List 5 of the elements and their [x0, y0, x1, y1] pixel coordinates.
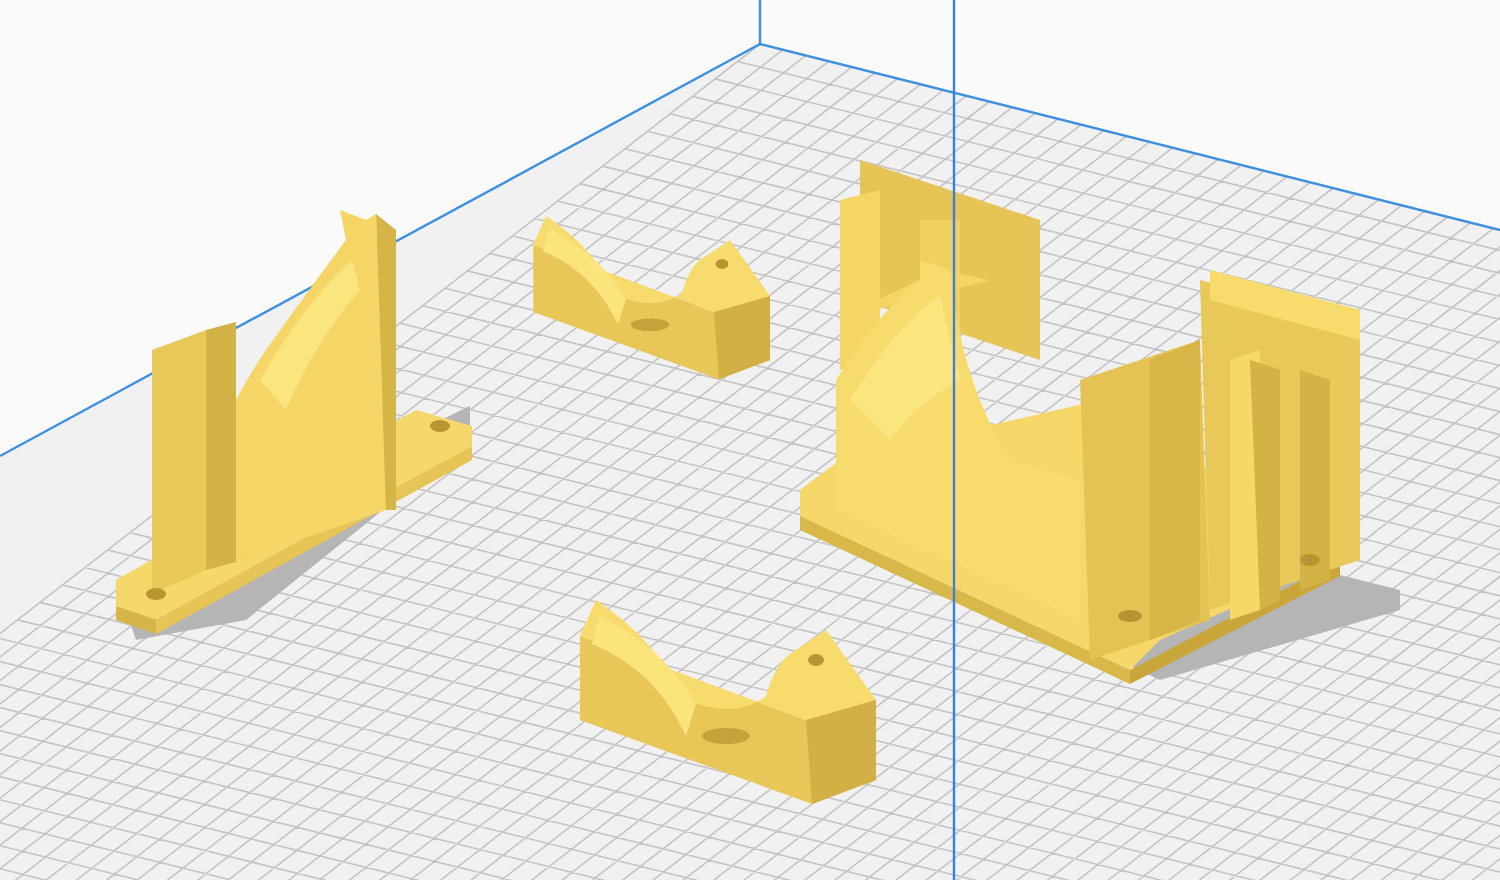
- clamp-drawing[interactable]: [580, 600, 876, 804]
- twin-bracket-drawing[interactable]: [800, 160, 1400, 684]
- axis-line: [758, 0, 762, 44]
- bracket-drawing[interactable]: [116, 210, 472, 640]
- clamp-drawing[interactable]: [533, 216, 770, 380]
